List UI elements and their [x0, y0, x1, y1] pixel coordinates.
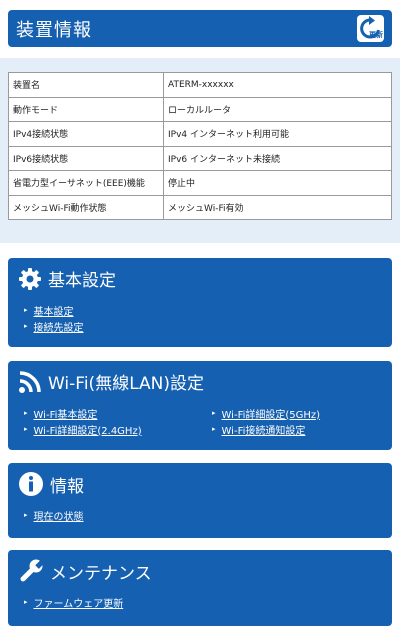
page-title: 装置情報: [16, 19, 92, 41]
list-item: ▸ 現在の状態: [24, 507, 84, 523]
wifi-settings-card: Wi-Fi(無線LAN)設定 ▸ Wi-Fi基本設定 ▸ Wi-Fi詳細設定(2…: [8, 361, 392, 450]
link-current-status[interactable]: 現在の状態: [34, 508, 84, 523]
card-title: 基本設定: [48, 271, 116, 291]
table-row: IPv4接続状態 IPv4 インターネット利用可能: [8, 121, 392, 147]
bullet-icon: ▸: [24, 409, 28, 417]
page-header: 装置情報 更新: [8, 10, 392, 47]
info-icon: [19, 472, 43, 496]
device-info-table: 装置名 ATERM-xxxxxx 動作モード ローカルルータ IPv4接続状態 …: [8, 72, 392, 220]
list-item: ▸ Wi-Fi詳細設定(2.4GHz): [24, 421, 142, 437]
gear-icon: [19, 267, 41, 290]
card-header: 情報: [18, 471, 84, 497]
bullet-icon: ▸: [212, 425, 216, 433]
bullet-icon: ▸: [24, 511, 28, 519]
table-row: 装置名 ATERM-xxxxxx: [8, 72, 392, 98]
link-wifi-notify[interactable]: Wi-Fi接続通知設定: [222, 422, 306, 437]
link-wifi-detail-5[interactable]: Wi-Fi詳細設定(5GHz): [222, 406, 321, 421]
link-list: ▸ ファームウェア更新: [24, 594, 123, 610]
wrench-icon: [20, 559, 44, 582]
bullet-icon: ▸: [24, 322, 28, 330]
list-item: ▸ ファームウェア更新: [24, 594, 123, 610]
basic-settings-card: 基本設定 ▸ 基本設定 ▸ 接続先設定: [8, 258, 392, 347]
link-wifi-detail-24[interactable]: Wi-Fi詳細設定(2.4GHz): [34, 422, 142, 437]
info-card: 情報 ▸ 現在の状態: [8, 463, 392, 538]
wifi-icon: [19, 370, 41, 393]
row-key: 装置名: [8, 72, 164, 98]
row-key: 動作モード: [8, 96, 164, 122]
bullet-icon: ▸: [212, 409, 216, 417]
row-key: IPv4接続状態: [8, 121, 164, 147]
row-value: 停止中: [163, 170, 392, 196]
table-row: メッシュWi-Fi動作状態 メッシュWi-Fi有効: [8, 194, 392, 220]
device-info-panel: 装置名 ATERM-xxxxxx 動作モード ローカルルータ IPv4接続状態 …: [0, 58, 400, 243]
list-item: ▸ 基本設定: [24, 302, 84, 318]
link-list-left: ▸ Wi-Fi基本設定 ▸ Wi-Fi詳細設定(2.4GHz): [24, 405, 142, 437]
link-wifi-basic[interactable]: Wi-Fi基本設定: [34, 406, 98, 421]
row-value: ATERM-xxxxxx: [163, 72, 392, 98]
link-list-right: ▸ Wi-Fi詳細設定(5GHz) ▸ Wi-Fi接続通知設定: [212, 405, 320, 437]
row-key: IPv6接続状態: [8, 145, 164, 171]
link-list: ▸ 基本設定 ▸ 接続先設定: [24, 302, 84, 334]
row-value: メッシュWi-Fi有効: [163, 194, 392, 220]
card-header: Wi-Fi(無線LAN)設定: [18, 369, 204, 394]
bullet-icon: ▸: [24, 425, 28, 433]
maintenance-card: メンテナンス ▸ ファームウェア更新: [8, 550, 392, 626]
row-key: 省電力型イーサネット(EEE)機能: [8, 170, 164, 196]
link-firmware-update[interactable]: ファームウェア更新: [34, 595, 124, 610]
row-value: ローカルルータ: [163, 96, 392, 122]
bullet-icon: ▸: [24, 598, 28, 606]
table-row: 動作モード ローカルルータ: [8, 96, 392, 122]
card-title: メンテナンス: [50, 563, 152, 584]
card-title: 情報: [50, 476, 84, 497]
card-header: 基本設定: [18, 266, 116, 291]
bullet-icon: ▸: [24, 306, 28, 314]
row-value: IPv4 インターネット利用可能: [163, 121, 392, 147]
card-title: Wi-Fi(無線LAN)設定: [48, 374, 205, 394]
table-row: 省電力型イーサネット(EEE)機能 停止中: [8, 170, 392, 196]
list-item: ▸ 接続先設定: [24, 318, 84, 334]
row-key: メッシュWi-Fi動作状態: [8, 194, 164, 220]
list-item: ▸ Wi-Fi詳細設定(5GHz): [212, 405, 320, 421]
card-header: メンテナンス: [18, 558, 152, 584]
link-connection-settings[interactable]: 接続先設定: [34, 319, 84, 334]
link-basic-settings[interactable]: 基本設定: [34, 303, 74, 318]
table-row: IPv6接続状態 IPv6 インターネット未接続: [8, 145, 392, 171]
refresh-label: 更新: [369, 31, 383, 39]
list-item: ▸ Wi-Fi接続通知設定: [212, 421, 320, 437]
link-list: ▸ 現在の状態: [24, 507, 84, 523]
refresh-button[interactable]: 更新: [357, 15, 384, 42]
row-value: IPv6 インターネット未接続: [163, 145, 392, 171]
list-item: ▸ Wi-Fi基本設定: [24, 405, 142, 421]
